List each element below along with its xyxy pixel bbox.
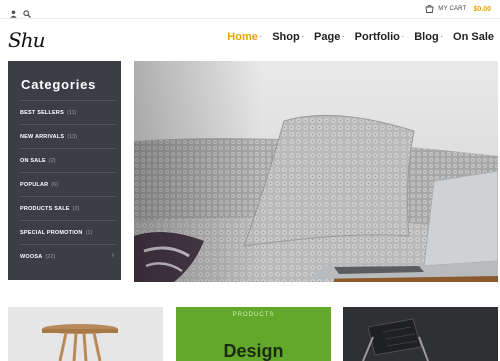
cart-link[interactable]: MY CART $0.00 — [425, 4, 491, 14]
hero-banner[interactable] — [134, 61, 498, 282]
nav-label: Shop — [272, 31, 300, 43]
chevron-right-icon: › — [111, 252, 114, 259]
nav-dropdown-marker: · — [342, 33, 345, 41]
hero-image — [134, 61, 498, 282]
category-name: PRODUCTS SALE — [20, 205, 70, 212]
chair-image — [362, 318, 429, 361]
category-count: (6) — [51, 181, 59, 188]
banner-table[interactable] — [8, 307, 163, 361]
category-item-woosa[interactable]: WOOSA (22) › — [20, 244, 116, 268]
banner-label: PRODUCTS — [232, 312, 275, 318]
category-item-popular[interactable]: POPULAR (6) — [20, 172, 116, 196]
nav-label: Page — [314, 31, 341, 43]
banner-chair[interactable] — [343, 307, 498, 361]
category-name: SPECIAL PROMOTION — [20, 229, 83, 236]
nav-item-page[interactable]: Page · — [314, 31, 345, 43]
category-name: ON SALE — [20, 157, 46, 164]
nav-item-home[interactable]: Home · — [227, 31, 262, 43]
nav-dropdown-marker: · — [301, 33, 305, 41]
category-count: (13) — [67, 133, 78, 140]
nav-label: Home — [227, 31, 258, 43]
table-image — [42, 324, 118, 361]
main-nav: Home · Shop · Page · Portfolio · Blog · … — [217, 31, 494, 43]
top-bar: MY CART $0.00 — [0, 0, 500, 19]
nav-item-on-sale[interactable]: On Sale — [453, 31, 494, 43]
categories-list: BEST SELLERS (11) NEW ARRIVALS (13) ON S… — [20, 100, 116, 268]
category-count: (11) — [66, 109, 77, 116]
nav-dropdown-marker: · — [259, 33, 263, 41]
cart-label: MY CART — [438, 6, 467, 12]
nav-item-portfolio[interactable]: Portfolio · — [355, 31, 405, 43]
nav-dropdown-marker: · — [440, 33, 444, 41]
category-count: (2) — [48, 157, 56, 164]
category-count: (22) — [45, 253, 56, 260]
site-logo[interactable]: Shu — [8, 28, 45, 52]
category-item-on-sale[interactable]: ON SALE (2) — [20, 148, 116, 172]
banner-design[interactable]: PRODUCTS Design — [176, 307, 331, 361]
nav-label: On Sale — [453, 31, 494, 43]
banner-title: Design — [223, 341, 284, 361]
category-count: (1) — [85, 229, 93, 236]
category-item-products-sale[interactable]: PRODUCTS SALE (2) — [20, 196, 116, 220]
category-item-special-promotion[interactable]: SPECIAL PROMOTION (1) — [20, 220, 116, 244]
category-name: POPULAR — [20, 181, 49, 188]
category-name: WOOSA — [20, 253, 43, 260]
nav-dropdown-marker: · — [401, 33, 405, 41]
category-name: NEW ARRIVALS — [20, 133, 65, 140]
nav-item-shop[interactable]: Shop · — [272, 31, 304, 43]
category-item-best-sellers[interactable]: BEST SELLERS (11) — [20, 100, 116, 124]
nav-item-blog[interactable]: Blog · — [414, 31, 443, 43]
category-item-new-arrivals[interactable]: NEW ARRIVALS (13) — [20, 124, 116, 148]
categories-title: Categories — [21, 77, 97, 92]
cart-total: $0.00 — [473, 5, 491, 13]
category-count: (2) — [72, 205, 80, 212]
cart-icon — [425, 0, 434, 18]
nav-label: Blog — [414, 31, 439, 43]
site-header: Shu Home · Shop · Page · Portfolio · Blo… — [0, 19, 500, 59]
nav-label: Portfolio — [354, 31, 400, 43]
categories-panel: Categories BEST SELLERS (11) NEW ARRIVAL… — [8, 61, 121, 280]
category-name: BEST SELLERS — [20, 109, 64, 116]
